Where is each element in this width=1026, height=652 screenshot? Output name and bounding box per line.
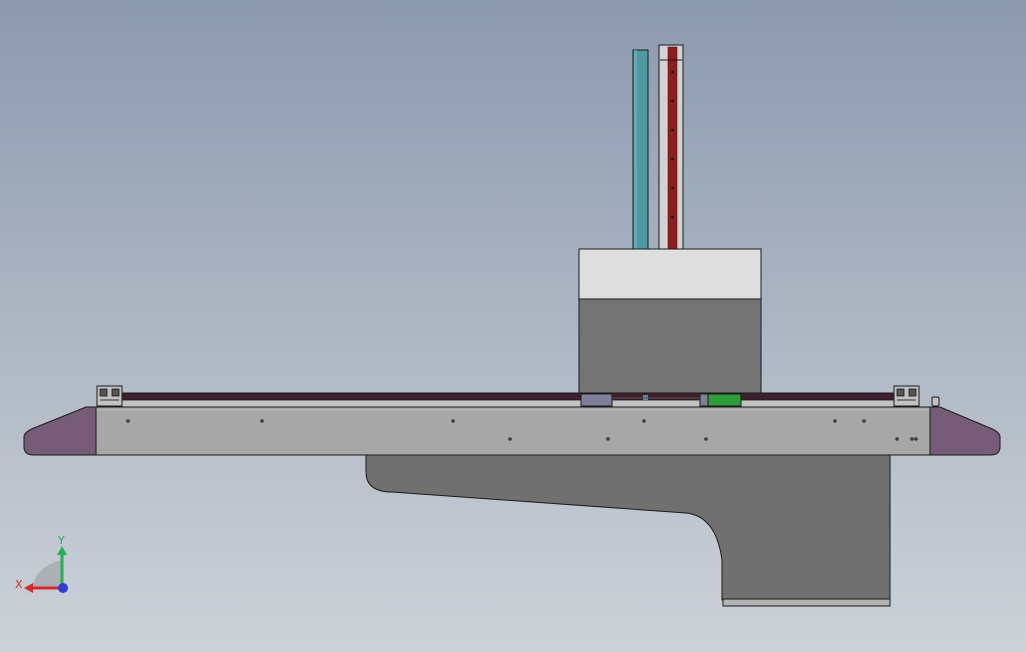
fastener-hole (642, 419, 646, 423)
fastener-hole (862, 419, 866, 423)
limit-switch[interactable] (931, 396, 940, 407)
y-axis-label: Y (57, 534, 65, 547)
rail-hole (671, 128, 674, 132)
vertical-red-rail[interactable] (658, 44, 684, 251)
graphics-viewport[interactable]: Y X (0, 0, 1026, 652)
top-track[interactable] (103, 392, 919, 408)
green-part[interactable] (707, 393, 742, 407)
x-axis-label: X (15, 578, 23, 591)
carriage-body (578, 298, 762, 394)
right-end-bracket[interactable] (893, 385, 920, 407)
teal-rod[interactable] (632, 49, 649, 251)
fastener-hole (508, 437, 512, 441)
mount-foot (722, 598, 891, 607)
rail-hole (671, 215, 674, 219)
fastener-hole (910, 437, 914, 441)
rail-hole (671, 70, 674, 74)
slider-block[interactable] (580, 393, 613, 407)
rail-hole (671, 186, 674, 190)
fastener-hole (451, 419, 455, 423)
carriage-block[interactable] (578, 248, 762, 394)
fastener-hole (895, 437, 899, 441)
fastener-hole (833, 419, 837, 423)
fastener-hole (704, 437, 708, 441)
cad-model-view[interactable]: Y X (0, 0, 1026, 652)
left-end-bracket[interactable] (96, 385, 123, 407)
fastener-hole (126, 419, 130, 423)
rail-hole (671, 99, 674, 103)
linear-rail-body[interactable] (95, 406, 931, 456)
fastener-hole (260, 419, 264, 423)
carriage-top (578, 248, 762, 302)
z-axis-dot-icon (58, 583, 68, 593)
rail-hole (671, 157, 674, 161)
fastener-hole (914, 437, 918, 441)
fastener-hole (606, 437, 610, 441)
